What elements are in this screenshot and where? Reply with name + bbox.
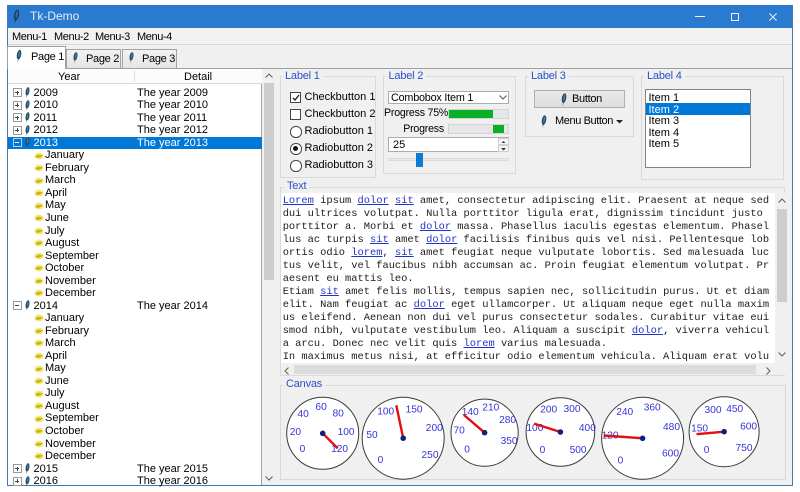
svg-text:400: 400 [579,423,596,434]
svg-text:350: 350 [501,436,518,447]
svg-text:300: 300 [705,405,722,416]
svg-text:250: 250 [422,450,439,461]
svg-text:100: 100 [338,427,355,438]
svg-text:70: 70 [454,425,466,436]
svg-text:0: 0 [464,445,470,456]
svg-text:100: 100 [377,407,394,418]
svg-text:450: 450 [726,404,743,415]
svg-text:480: 480 [663,422,680,433]
svg-text:0: 0 [378,455,384,466]
svg-text:0: 0 [540,445,546,456]
svg-text:0: 0 [300,444,306,455]
svg-text:280: 280 [499,415,516,426]
svg-text:200: 200 [426,423,443,434]
svg-text:240: 240 [616,407,633,418]
svg-text:50: 50 [366,430,378,441]
svg-text:600: 600 [662,449,679,460]
svg-text:500: 500 [570,445,587,456]
svg-text:750: 750 [736,443,753,454]
svg-text:0: 0 [704,445,710,456]
svg-text:40: 40 [298,409,310,420]
svg-text:600: 600 [740,422,757,433]
svg-text:0: 0 [618,455,624,466]
svg-text:300: 300 [564,404,581,415]
svg-text:360: 360 [644,403,661,414]
svg-text:60: 60 [315,402,327,413]
svg-text:150: 150 [406,404,423,415]
svg-text:20: 20 [290,427,302,438]
svg-text:210: 210 [482,403,499,414]
svg-text:200: 200 [540,404,557,415]
svg-text:80: 80 [333,409,345,420]
